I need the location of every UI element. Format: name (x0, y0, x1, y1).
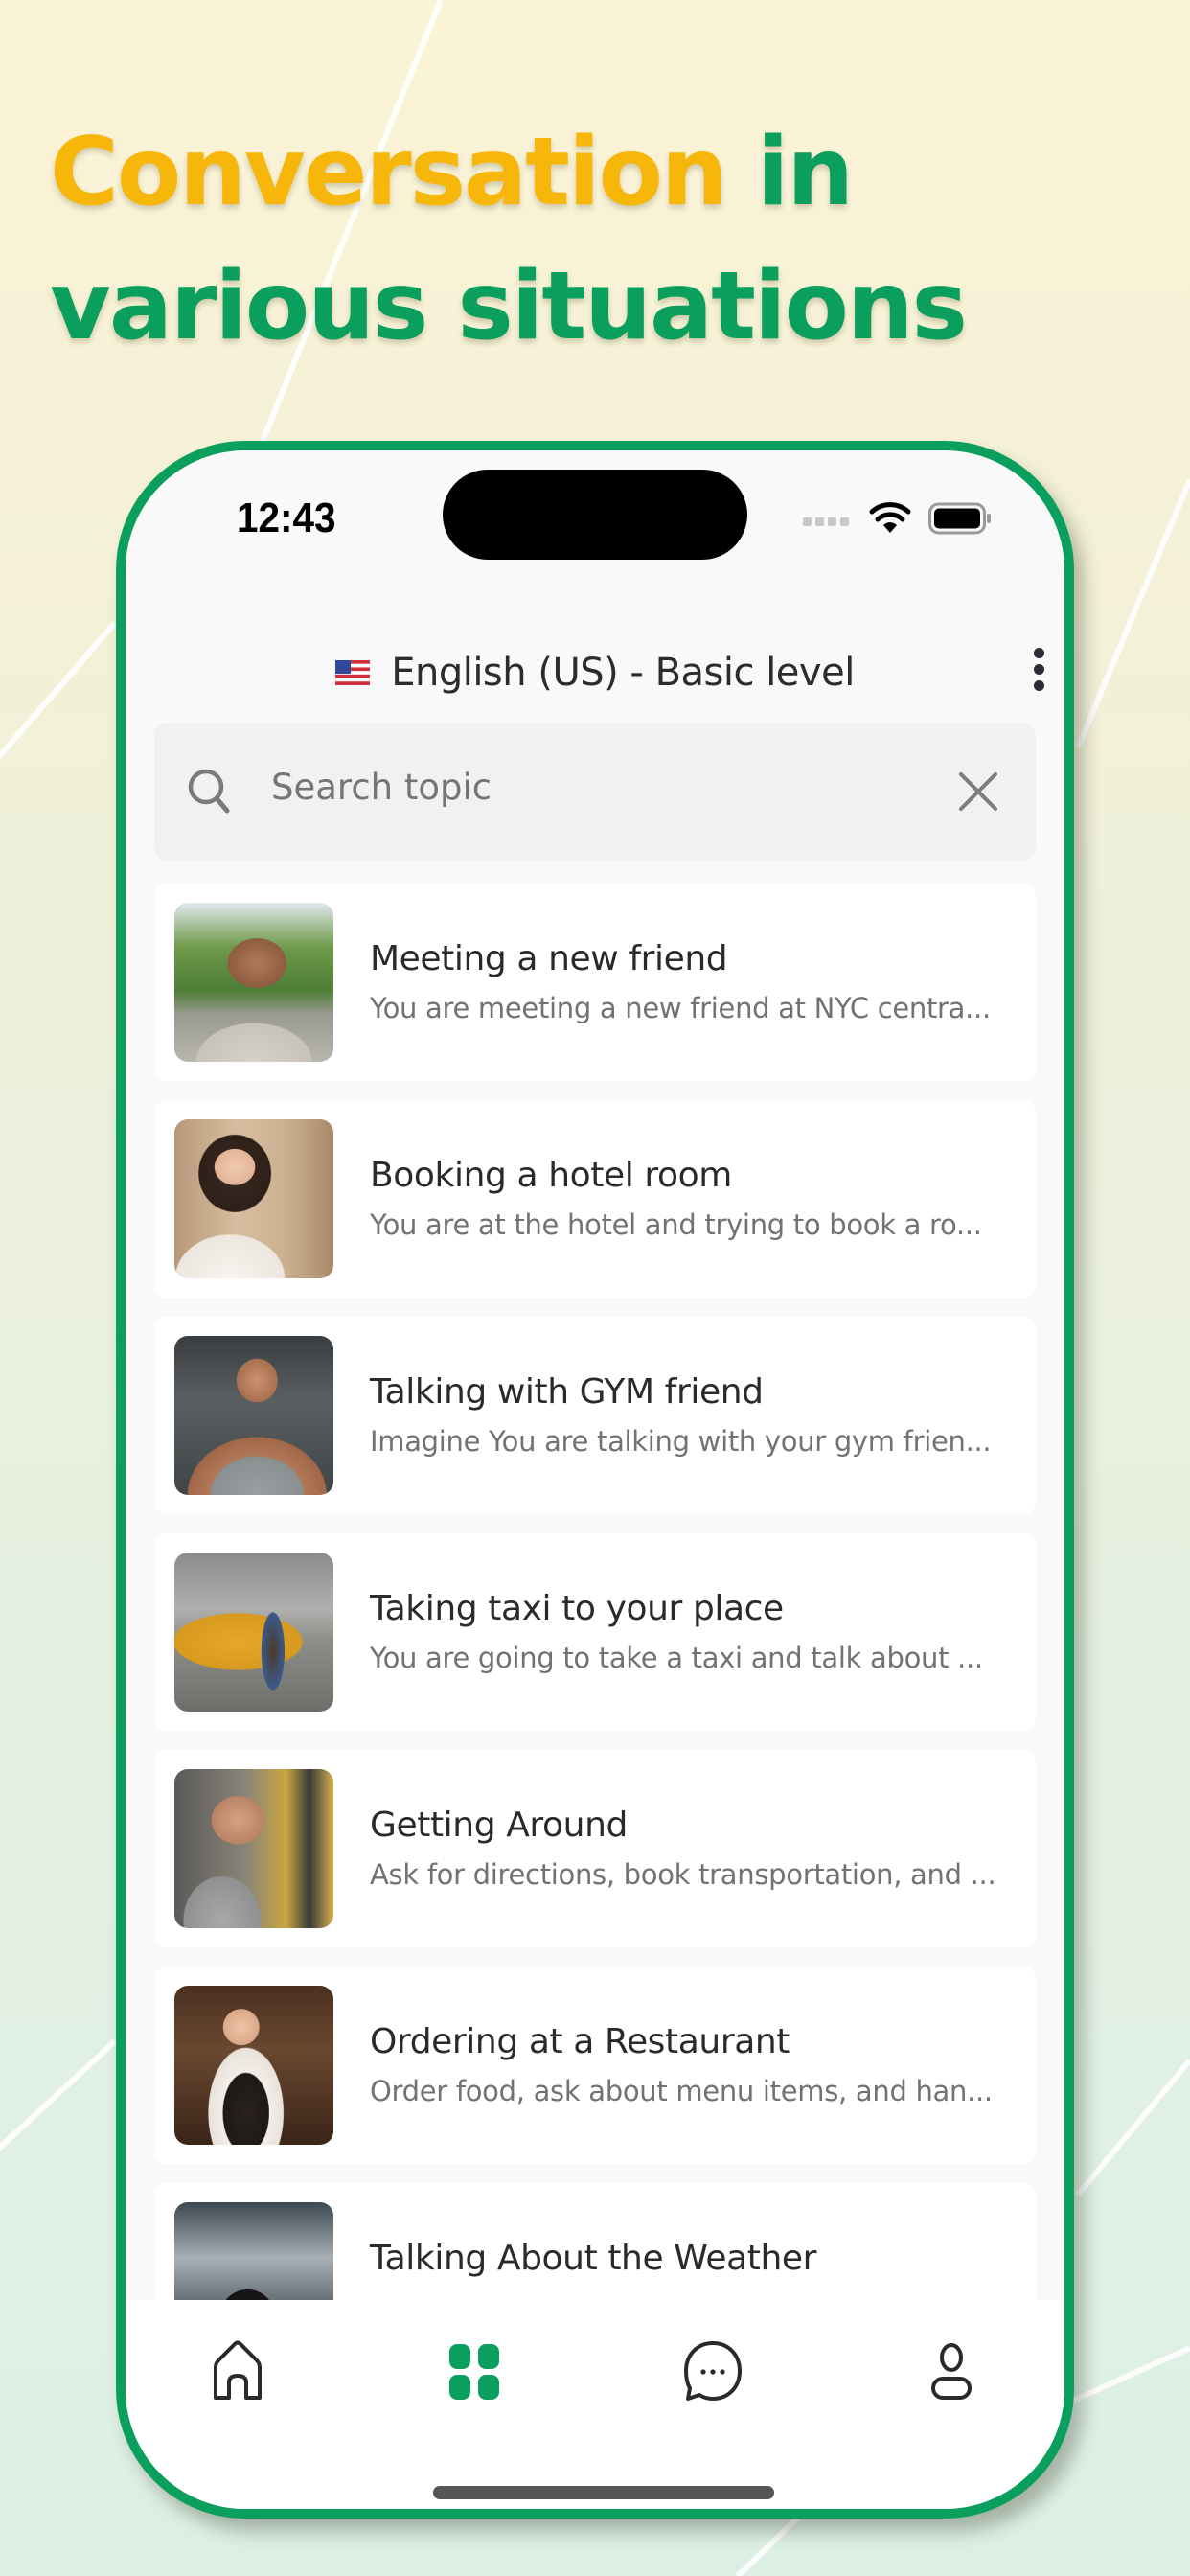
gym-man-photo (174, 1336, 333, 1495)
headline-line2: various situations (50, 252, 968, 361)
phone-mockup: 12:43 English (US) - Basic level Search … (116, 441, 1074, 2518)
nav-profile[interactable] (918, 2338, 985, 2405)
grid-icon (449, 2344, 499, 2400)
topic-card[interactable]: Getting Around Ask for directions, book … (154, 1750, 1036, 1947)
status-time: 12:43 (237, 494, 336, 541)
topic-title: Getting Around (370, 1806, 628, 1845)
topic-card[interactable]: Ordering at a Restaurant Order food, ask… (154, 1966, 1036, 2164)
taxi-driver-photo (174, 1552, 333, 1712)
us-flag-icon (335, 660, 371, 685)
topic-card[interactable]: Meeting a new friend You are meeting a n… (154, 884, 1036, 1081)
topic-subtitle: Imagine You are talking with your gym fr… (370, 1425, 992, 1458)
battery-icon (928, 502, 991, 535)
nav-topics[interactable] (441, 2338, 508, 2405)
topic-title: Ordering at a Restaurant (370, 2022, 790, 2061)
headline-highlight: Conversation (50, 118, 728, 227)
topic-subtitle: You are at the hotel and trying to book … (370, 1208, 982, 1241)
hotel-receptionist-photo (174, 1119, 333, 1278)
search-input[interactable] (271, 767, 884, 808)
topic-title: Meeting a new friend (370, 939, 728, 978)
app-header: English (US) - Basic level (126, 634, 1064, 711)
topic-title: Talking with GYM friend (370, 1372, 764, 1412)
topic-title: Booking a hotel room (370, 1156, 732, 1195)
home-icon (214, 2340, 262, 2400)
dynamic-island (443, 470, 747, 560)
user-icon (931, 2343, 972, 2400)
topic-title: Taking taxi to your place (370, 1589, 784, 1628)
topic-title: Talking About the Weather (370, 2239, 817, 2278)
waitress-photo (174, 1986, 333, 2145)
topic-card[interactable]: Taking taxi to your place You are going … (154, 1533, 1036, 1731)
topic-subtitle: You are meeting a new friend at NYC cent… (370, 992, 991, 1024)
nav-chat[interactable] (679, 2338, 746, 2405)
search-bar (154, 723, 1036, 861)
chat-bubble-icon (684, 2341, 742, 2401)
man-in-park-photo (174, 903, 333, 1062)
language-level-label: English (US) - Basic level (391, 651, 855, 695)
home-indicator[interactable] (433, 2486, 774, 2499)
topic-subtitle: Ask for directions, book transportation,… (370, 1858, 996, 1891)
headline-line1-rest: in (725, 118, 854, 227)
promo-headline: Conversation in various situations (50, 105, 968, 374)
nav-home[interactable] (204, 2338, 271, 2405)
language-selector[interactable]: English (US) - Basic level (126, 634, 1064, 711)
bus-passenger-photo (174, 1769, 333, 1928)
more-vertical-icon[interactable] (1024, 648, 1053, 698)
search-icon (188, 769, 230, 814)
topic-card[interactable]: Booking a hotel room You are at the hote… (154, 1100, 1036, 1298)
topic-card[interactable]: Talking with GYM friend Imagine You are … (154, 1317, 1036, 1514)
topic-subtitle: Order food, ask about menu items, and ha… (370, 2075, 993, 2107)
topic-subtitle: You are going to take a taxi and talk ab… (370, 1642, 983, 1674)
cellular-signal-icon (803, 518, 849, 526)
close-icon[interactable] (957, 770, 999, 813)
wifi-icon (869, 502, 911, 533)
